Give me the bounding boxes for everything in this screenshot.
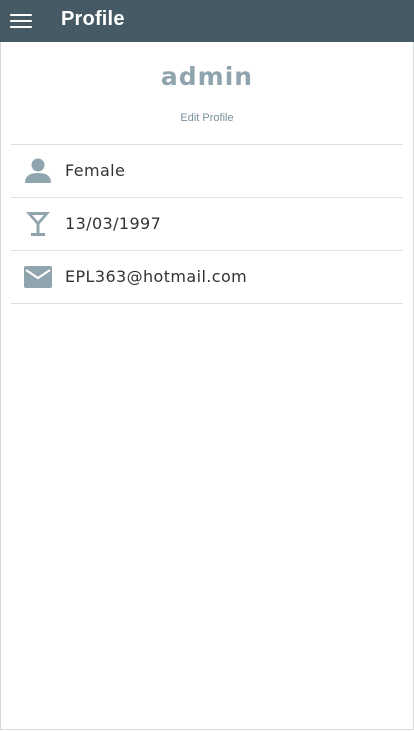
profile-details-list: Female 13/03/1997 EPL363@hotmail.com [11,144,403,304]
email-row: EPL363@hotmail.com [11,251,403,304]
gender-value: Female [65,161,126,180]
cocktail-glass-icon [23,210,53,238]
app-bar: Profile [0,0,414,42]
page-title: Profile [61,8,125,30]
hamburger-menu-icon[interactable] [10,11,32,31]
gender-row: Female [11,145,403,198]
person-icon [23,157,53,185]
profile-username: admin [160,62,254,91]
birthdate-value: 13/03/1997 [65,214,162,233]
edit-profile-link[interactable]: Edit Profile [0,112,414,124]
envelope-icon [23,263,53,291]
email-value: EPL363@hotmail.com [65,267,248,286]
page-frame [0,0,414,730]
birthdate-row: 13/03/1997 [11,198,403,251]
